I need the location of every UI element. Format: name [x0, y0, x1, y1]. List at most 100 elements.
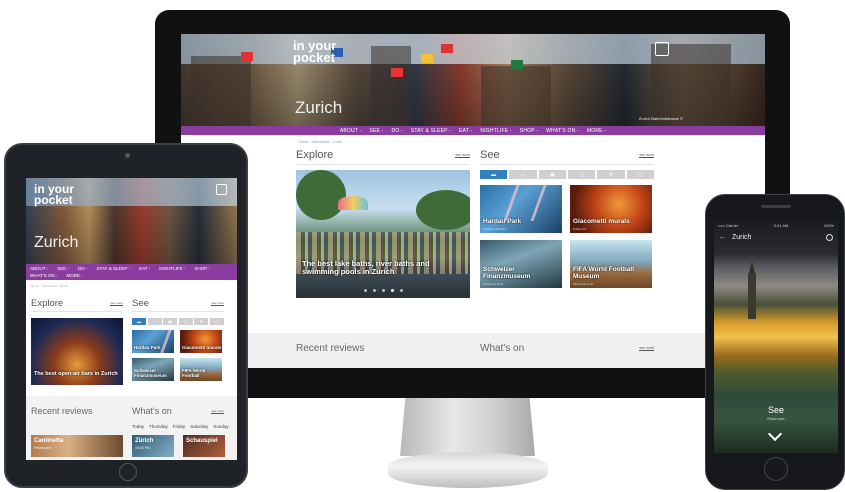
monitor-stand-neck — [400, 398, 535, 456]
tablet-see-title: See — [132, 298, 149, 309]
tablet-logo[interactable]: in your pocket — [34, 183, 74, 206]
ttab-drink-icon[interactable]: ▼ — [194, 318, 209, 325]
breadcrumb[interactable]: Home · Switzerland · Zurich — [181, 135, 765, 149]
tablet-see-tabs: ▬ ⌂ ▣ ▢ ▼ ◻ — [132, 318, 224, 325]
tab-gallery-icon[interactable]: ▢ — [567, 170, 596, 179]
camera-icon[interactable] — [655, 42, 669, 56]
tab-museum-icon[interactable]: ▣ — [538, 170, 566, 179]
hero-banner: in your pocket Zurich Zurich Bahnhofstra… — [181, 34, 765, 126]
tnav-stay[interactable]: STAY & SLEEP - — [96, 266, 130, 272]
reviews-whatson-band: Recent reviews What's on see more — [181, 333, 765, 368]
nav-stay[interactable]: STAY & SLEEP - — [411, 128, 451, 134]
tnav-about[interactable]: ABOUT - — [30, 266, 48, 272]
tnav-do[interactable]: DO - — [78, 266, 88, 272]
see-title: See — [480, 149, 500, 161]
desktop-monitor: in your pocket Zurich Zurich Bahnhofstra… — [155, 10, 790, 398]
phone-status-bar: ••••• Carrier 9:41 AM 100% — [718, 223, 834, 228]
tnav-eat[interactable]: EAT - — [139, 266, 150, 272]
ttab-all-icon[interactable]: ▬ — [132, 318, 147, 325]
tablet-tile-fifa[interactable]: FIFA World Football — [180, 358, 222, 381]
nav-about[interactable]: ABOUT - — [340, 128, 362, 134]
phone-screen: ••••• Carrier 9:41 AM 100% ← Zurich See Re… — [714, 221, 838, 453]
nav-eat[interactable]: EAT - — [459, 128, 472, 134]
explore-feature-caption: The best lake baths, river baths and swi… — [302, 259, 430, 276]
tablet-bottom-band: Recent reviews What's on see more Today T… — [26, 396, 237, 460]
event-card-1[interactable]: Zürich 18:00 PM — [132, 435, 174, 457]
day-filter: Today Thursday Friday Saturday Sunday — [132, 424, 232, 429]
tnav-nightlife[interactable]: NIGHTLIFE - — [159, 266, 185, 272]
tab-building-icon[interactable]: ⌂ — [509, 170, 537, 179]
recent-reviews-title: Recent reviews — [296, 343, 365, 354]
nav-see[interactable]: SEE - — [369, 128, 383, 134]
main-nav: ABOUT - SEE - DO - STAY & SLEEP - EAT - … — [181, 126, 765, 135]
tablet-home-button[interactable] — [119, 463, 137, 481]
back-arrow-icon[interactable]: ← — [719, 234, 726, 241]
tnav-shop[interactable]: SHOP - — [194, 266, 209, 272]
day-saturday[interactable]: Saturday — [190, 424, 208, 429]
tablet-explore-card[interactable]: The best open-air bars in Zurich — [31, 318, 123, 385]
tab-misc-icon[interactable]: ◻ — [626, 170, 654, 179]
explore-section: Explore see more The best lake baths, ri… — [296, 149, 470, 298]
site-logo[interactable]: in your pocket — [293, 39, 336, 64]
phone-home-button[interactable] — [764, 457, 788, 481]
ttab-building-icon[interactable]: ⌂ — [147, 318, 162, 325]
nav-more[interactable]: MORE - — [587, 128, 606, 134]
event-card-2[interactable]: Schauspiel — [183, 435, 225, 457]
see-tile-hardau-park[interactable]: Hardau Park Gardens & Parks — [480, 185, 562, 233]
tab-all-icon[interactable]: ▬ — [480, 170, 508, 179]
tablet-hero: in your pocket Zurich — [26, 178, 237, 264]
explore-title: Explore — [296, 149, 334, 161]
see-tile-fifa-museum[interactable]: FIFA World Football Museum Museums & Art — [570, 240, 652, 288]
ttab-museum-icon[interactable]: ▣ — [163, 318, 178, 325]
phone-speaker — [761, 205, 791, 208]
tablet-explore: Explore see more The best open-air bars i… — [31, 298, 123, 385]
review-card[interactable]: Cantinetta Restaurant — [31, 435, 123, 457]
nav-whatson[interactable]: WHAT'S ON - — [546, 128, 579, 134]
see-more-link[interactable]: see more — [639, 153, 654, 158]
tablet-tile-hardau[interactable]: Hardau Park — [132, 330, 174, 353]
tablet-device: in your pocket Zurich ABOUT - SEE - DO -… — [4, 143, 248, 488]
tnav-whatson[interactable]: WHAT'S ON - — [30, 273, 58, 279]
explore-more-link[interactable]: see more — [455, 153, 470, 158]
day-friday[interactable]: Friday — [173, 424, 186, 429]
tnav-more[interactable]: MORE - — [67, 273, 83, 279]
day-sunday[interactable]: Sunday — [213, 424, 228, 429]
tab-drink-icon[interactable]: ▼ — [597, 170, 625, 179]
camera-icon[interactable] — [216, 184, 227, 195]
day-today[interactable]: Today — [132, 424, 144, 429]
location-pin-icon[interactable] — [826, 233, 833, 241]
see-category-tabs: ▬ ⌂ ▣ ▢ ▼ ◻ — [480, 170, 654, 179]
devices-mockup: in your pocket Zurich Zurich Bahnhofstra… — [0, 0, 845, 492]
tablet-tile-giacometti[interactable]: Giacometti murals — [180, 330, 222, 353]
ttab-misc-icon[interactable]: ◻ — [209, 318, 224, 325]
phone-app-bar: ← Zurich — [714, 231, 838, 243]
day-thursday[interactable]: Thursday — [149, 424, 168, 429]
tnav-see[interactable]: SEE - — [57, 266, 69, 272]
phone-device: ••••• Carrier 9:41 AM 100% ← Zurich See Re… — [705, 194, 845, 490]
whatson-title: What's on — [480, 343, 525, 354]
tablet-see-more[interactable]: see more — [211, 301, 224, 306]
nav-shop[interactable]: SHOP - — [520, 128, 538, 134]
whatson-more-link[interactable]: see more — [639, 346, 654, 351]
tablet-screen: in your pocket Zurich ABOUT - SEE - DO -… — [26, 178, 237, 460]
tablet-explore-more[interactable]: see more — [110, 301, 123, 306]
tablet-whatson-more[interactable]: see more — [211, 409, 224, 414]
tablet-tile-finanzmuseum[interactable]: Schweizer Finanzmuseum — [132, 358, 174, 381]
carousel-dots[interactable] — [296, 289, 470, 292]
nav-nightlife[interactable]: NIGHTLIFE - — [480, 128, 511, 134]
see-tile-finanzmuseum[interactable]: Schweizer Finanzmuseum Museums & Art — [480, 240, 562, 288]
tablet-whatson-title: What's on — [132, 406, 172, 416]
city-title: Zurich — [295, 98, 343, 117]
tablet-see: See see more ▬ ⌂ ▣ ▢ ▼ ◻ Hardau Park Giac… — [132, 298, 224, 385]
ttab-gallery-icon[interactable]: ▢ — [178, 318, 193, 325]
phone-section-sub[interactable]: Read more — [714, 417, 838, 421]
camera-dot — [125, 153, 130, 158]
tablet-explore-title: Explore — [31, 298, 64, 309]
church-tower — [748, 261, 756, 319]
tablet-breadcrumb[interactable]: Home · Switzerland · Zurich — [26, 280, 237, 298]
see-tile-giacometti[interactable]: Giacometti murals Public Art — [570, 185, 652, 233]
chevron-down-icon[interactable] — [767, 426, 783, 442]
nav-do[interactable]: DO - — [391, 128, 402, 134]
explore-feature-card[interactable]: The best lake baths, river baths and swi… — [296, 170, 470, 298]
tablet-nav: ABOUT - SEE - DO - STAY & SLEEP - EAT - … — [26, 264, 237, 280]
